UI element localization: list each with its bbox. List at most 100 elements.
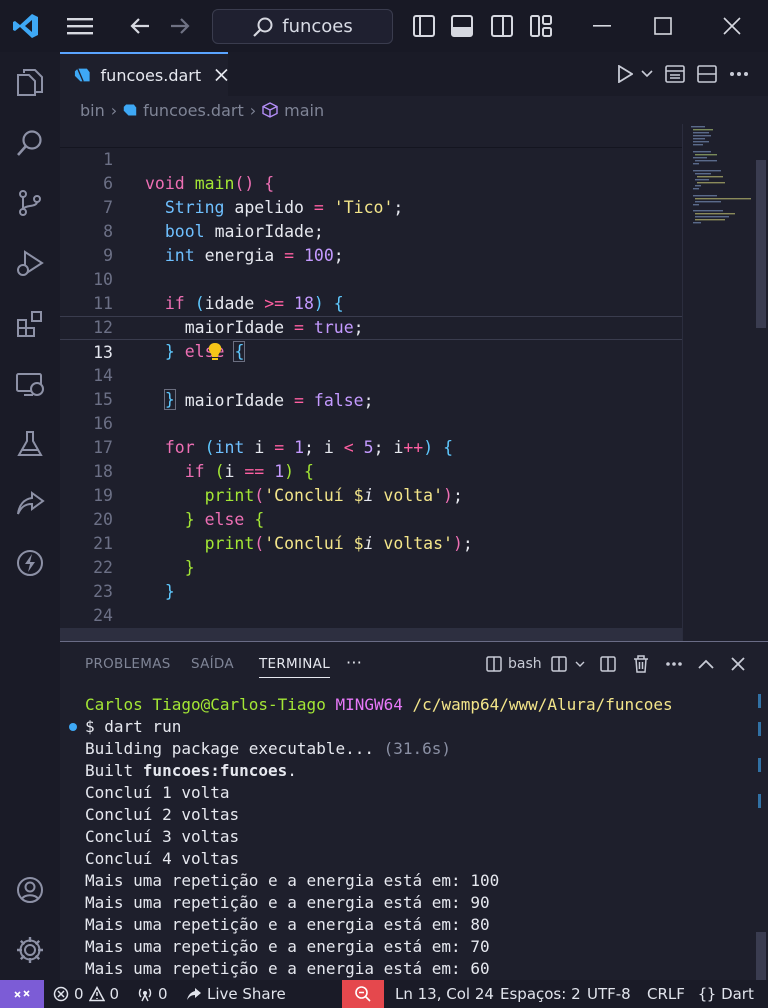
terminal-output[interactable]: Carlos Tiago@Carlos-Tiago MINGW64 /c/wam… [60, 692, 750, 981]
remote-indicator[interactable] [0, 980, 44, 1008]
breadcrumb-chevron-icon: › [110, 100, 118, 120]
open-preview-icon[interactable] [661, 60, 689, 88]
search-text: funcoes [282, 16, 353, 37]
encoding-setting[interactable]: UTF-8 [587, 980, 631, 1008]
maximize-window-icon[interactable] [645, 8, 681, 44]
terminal-shell-label: bash [508, 656, 542, 672]
scrollbar-marker [758, 722, 761, 736]
cursor-position[interactable]: Ln 13, Col 24 [395, 980, 494, 1008]
code-row[interactable]: 9 [60, 220, 682, 265]
code-row[interactable]: 21 } [60, 508, 682, 577]
command-center-search[interactable]: funcoes [212, 9, 393, 44]
code-row[interactable]: 17 if (i == 1) { [60, 412, 682, 481]
breadcrumb-symbol[interactable]: main [284, 101, 324, 120]
lightning-icon[interactable] [10, 543, 50, 583]
settings-gear-icon[interactable] [10, 930, 50, 970]
tab-output[interactable]: SAÍDA [191, 656, 234, 672]
code-row-active[interactable]: 13 maiorIdade = false; [60, 316, 682, 410]
run-debug-icon[interactable] [10, 243, 50, 283]
lightbulb-icon[interactable] [147, 317, 221, 360]
back-arrow-icon[interactable] [122, 8, 158, 44]
language-label: Dart [721, 985, 754, 1003]
code-row[interactable]: 14 } [60, 340, 682, 410]
sticky-scroll-line[interactable]: 1 void main() { [60, 124, 682, 193]
dart-file-icon [74, 68, 90, 82]
indentation-setting[interactable]: Espaços: 2 [500, 980, 581, 1008]
customize-layout-icon[interactable] [523, 8, 559, 44]
split-editor-icon[interactable] [693, 60, 721, 88]
terminal-scrollbar[interactable] [752, 686, 768, 981]
code-row[interactable]: 8 int energia = 100; [60, 196, 682, 265]
code-row[interactable]: 25 print('Mais uma repetição e a energia… [60, 604, 682, 641]
tab-terminal[interactable]: TERMINAL [259, 656, 331, 678]
tab-problems[interactable]: PROBLEMAS [85, 656, 171, 672]
vscode-logo-icon [8, 8, 44, 44]
accounts-icon[interactable] [10, 870, 50, 910]
zoom-reset-button[interactable] [342, 980, 384, 1008]
testing-icon[interactable] [10, 424, 50, 464]
code-row[interactable]: 18 print('Concluí $i volta'); [60, 436, 682, 505]
eol-setting[interactable]: CRLF [647, 980, 685, 1008]
explorer-icon[interactable] [10, 62, 50, 102]
code-row[interactable]: 10 if (idade >= 18) { [60, 244, 682, 313]
live-share-icon [187, 988, 201, 1000]
extensions-icon[interactable] [10, 304, 50, 344]
close-window-icon[interactable] [714, 8, 750, 44]
editor-scrollbar-thumb[interactable] [756, 160, 766, 328]
command-decoration-dot-icon[interactable] [69, 723, 77, 731]
problems-indicator[interactable]: 0 0 [53, 980, 119, 1008]
code-row[interactable]: 26 energia = energia - 10; [60, 628, 682, 641]
code-row[interactable]: 15 [60, 364, 682, 409]
minimize-window-icon[interactable] [584, 8, 620, 44]
terminal-more-actions-icon[interactable] [665, 653, 683, 675]
prompt-path: /c/wamp64/www/Alura/funcoes [412, 695, 673, 714]
ports-indicator[interactable]: 0 [137, 980, 168, 1008]
breadcrumb-file[interactable]: funcoes.dart [143, 101, 244, 120]
toggle-panel-icon[interactable] [444, 8, 480, 44]
code-row[interactable]: 22 } [60, 532, 682, 601]
kill-terminal-trash-icon[interactable] [633, 653, 649, 675]
panel-more-tabs[interactable]: ··· [346, 653, 362, 672]
minimap[interactable] [682, 124, 752, 641]
terminal-output-line: Mais uma repetição e a energia está em: … [85, 871, 500, 890]
code-row[interactable]: 24 while (energia > 0) { [60, 580, 682, 641]
live-share-activity-icon[interactable] [10, 484, 50, 524]
toggle-terminal-layout-icon[interactable] [600, 653, 616, 675]
split-terminal-icon[interactable] [551, 653, 585, 675]
code-row[interactable]: 16 for (int i = 1; i < 5; i++) { [60, 388, 682, 457]
code-row[interactable]: 11 maiorIdade = true; [60, 268, 682, 337]
code-row[interactable]: 7 bool maiorIdade; [60, 172, 682, 241]
live-share-button[interactable]: Live Share [186, 980, 286, 1008]
more-actions-icon[interactable] [725, 60, 753, 88]
language-mode[interactable]: {} Dart [698, 980, 754, 1008]
breadcrumb-folder[interactable]: bin [80, 101, 105, 120]
code-row[interactable]: 23 [60, 556, 682, 601]
code-row[interactable]: 19 } else { [60, 460, 682, 529]
remote-explorer-icon[interactable] [10, 364, 50, 404]
panel-tab-bar: PROBLEMAS SAÍDA TERMINAL ··· bash [60, 642, 768, 686]
menu-icon[interactable] [62, 8, 98, 44]
code-row[interactable]: 12 } else { [60, 292, 682, 362]
terminal-selector[interactable]: bash [486, 653, 542, 675]
editor-tab-funcoes-dart[interactable]: funcoes.dart [60, 52, 228, 96]
toggle-primary-sidebar-icon[interactable] [406, 8, 442, 44]
code-row[interactable]: 20 print('Concluí $i voltas'); [60, 484, 682, 553]
live-share-label: Live Share [207, 985, 286, 1003]
search-activity-icon[interactable] [10, 123, 50, 163]
toggle-secondary-sidebar-icon[interactable] [484, 8, 520, 44]
scrollbar-marker [758, 794, 761, 808]
close-panel-icon[interactable] [731, 653, 745, 675]
editor-scrollbar[interactable] [752, 124, 768, 641]
run-dropdown-chevron-icon[interactable] [633, 60, 661, 88]
bottom-panel: PROBLEMAS SAÍDA TERMINAL ··· bash Carlos… [60, 641, 768, 980]
code-row[interactable]: 6 String apelido = 'Tico'; [60, 148, 682, 217]
code-editor[interactable]: 1 void main() { 6 String apelido = 'Tico… [60, 124, 768, 641]
search-icon [253, 17, 273, 37]
maximize-panel-chevron-up-icon[interactable] [698, 653, 714, 675]
close-tab-icon[interactable] [215, 68, 228, 82]
source-control-icon[interactable] [10, 183, 50, 223]
error-count: 0 [74, 985, 84, 1003]
forward-arrow-icon[interactable] [162, 8, 198, 44]
dart-file-icon [123, 104, 137, 116]
terminal-scrollbar-thumb[interactable] [756, 932, 766, 980]
